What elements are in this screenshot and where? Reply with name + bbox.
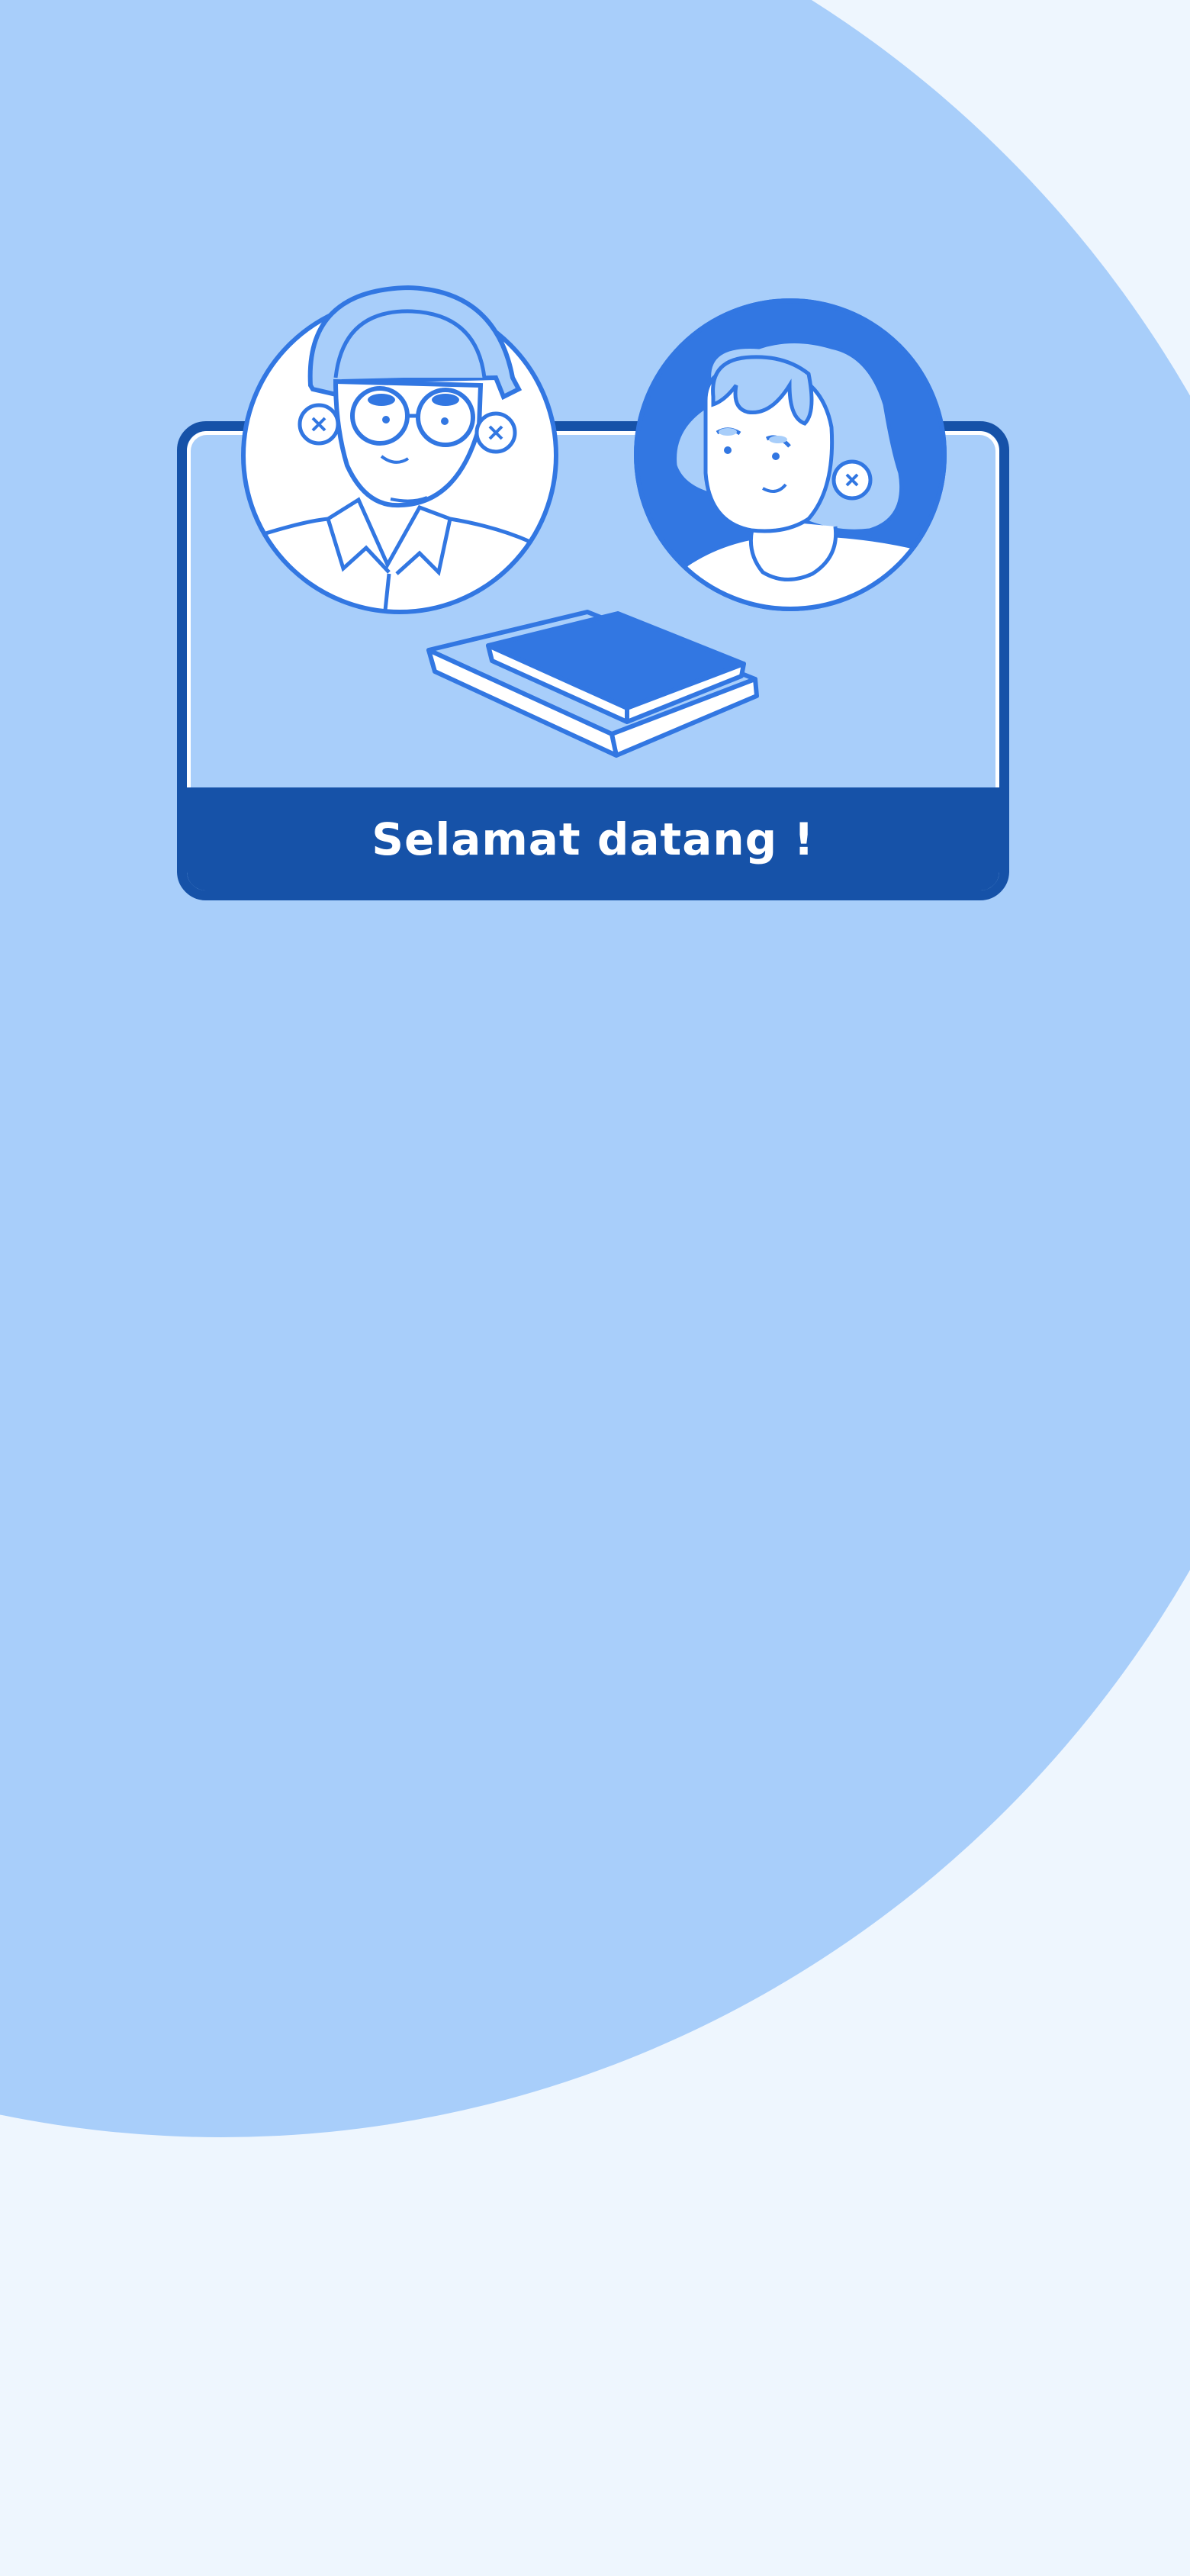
welcome-illustration (241, 285, 947, 758)
books-icon (426, 610, 759, 758)
student-boy-avatar-icon (241, 285, 558, 614)
welcome-screen: Selamat datang ! (0, 0, 1190, 2576)
student-girl-avatar-icon (634, 298, 947, 611)
